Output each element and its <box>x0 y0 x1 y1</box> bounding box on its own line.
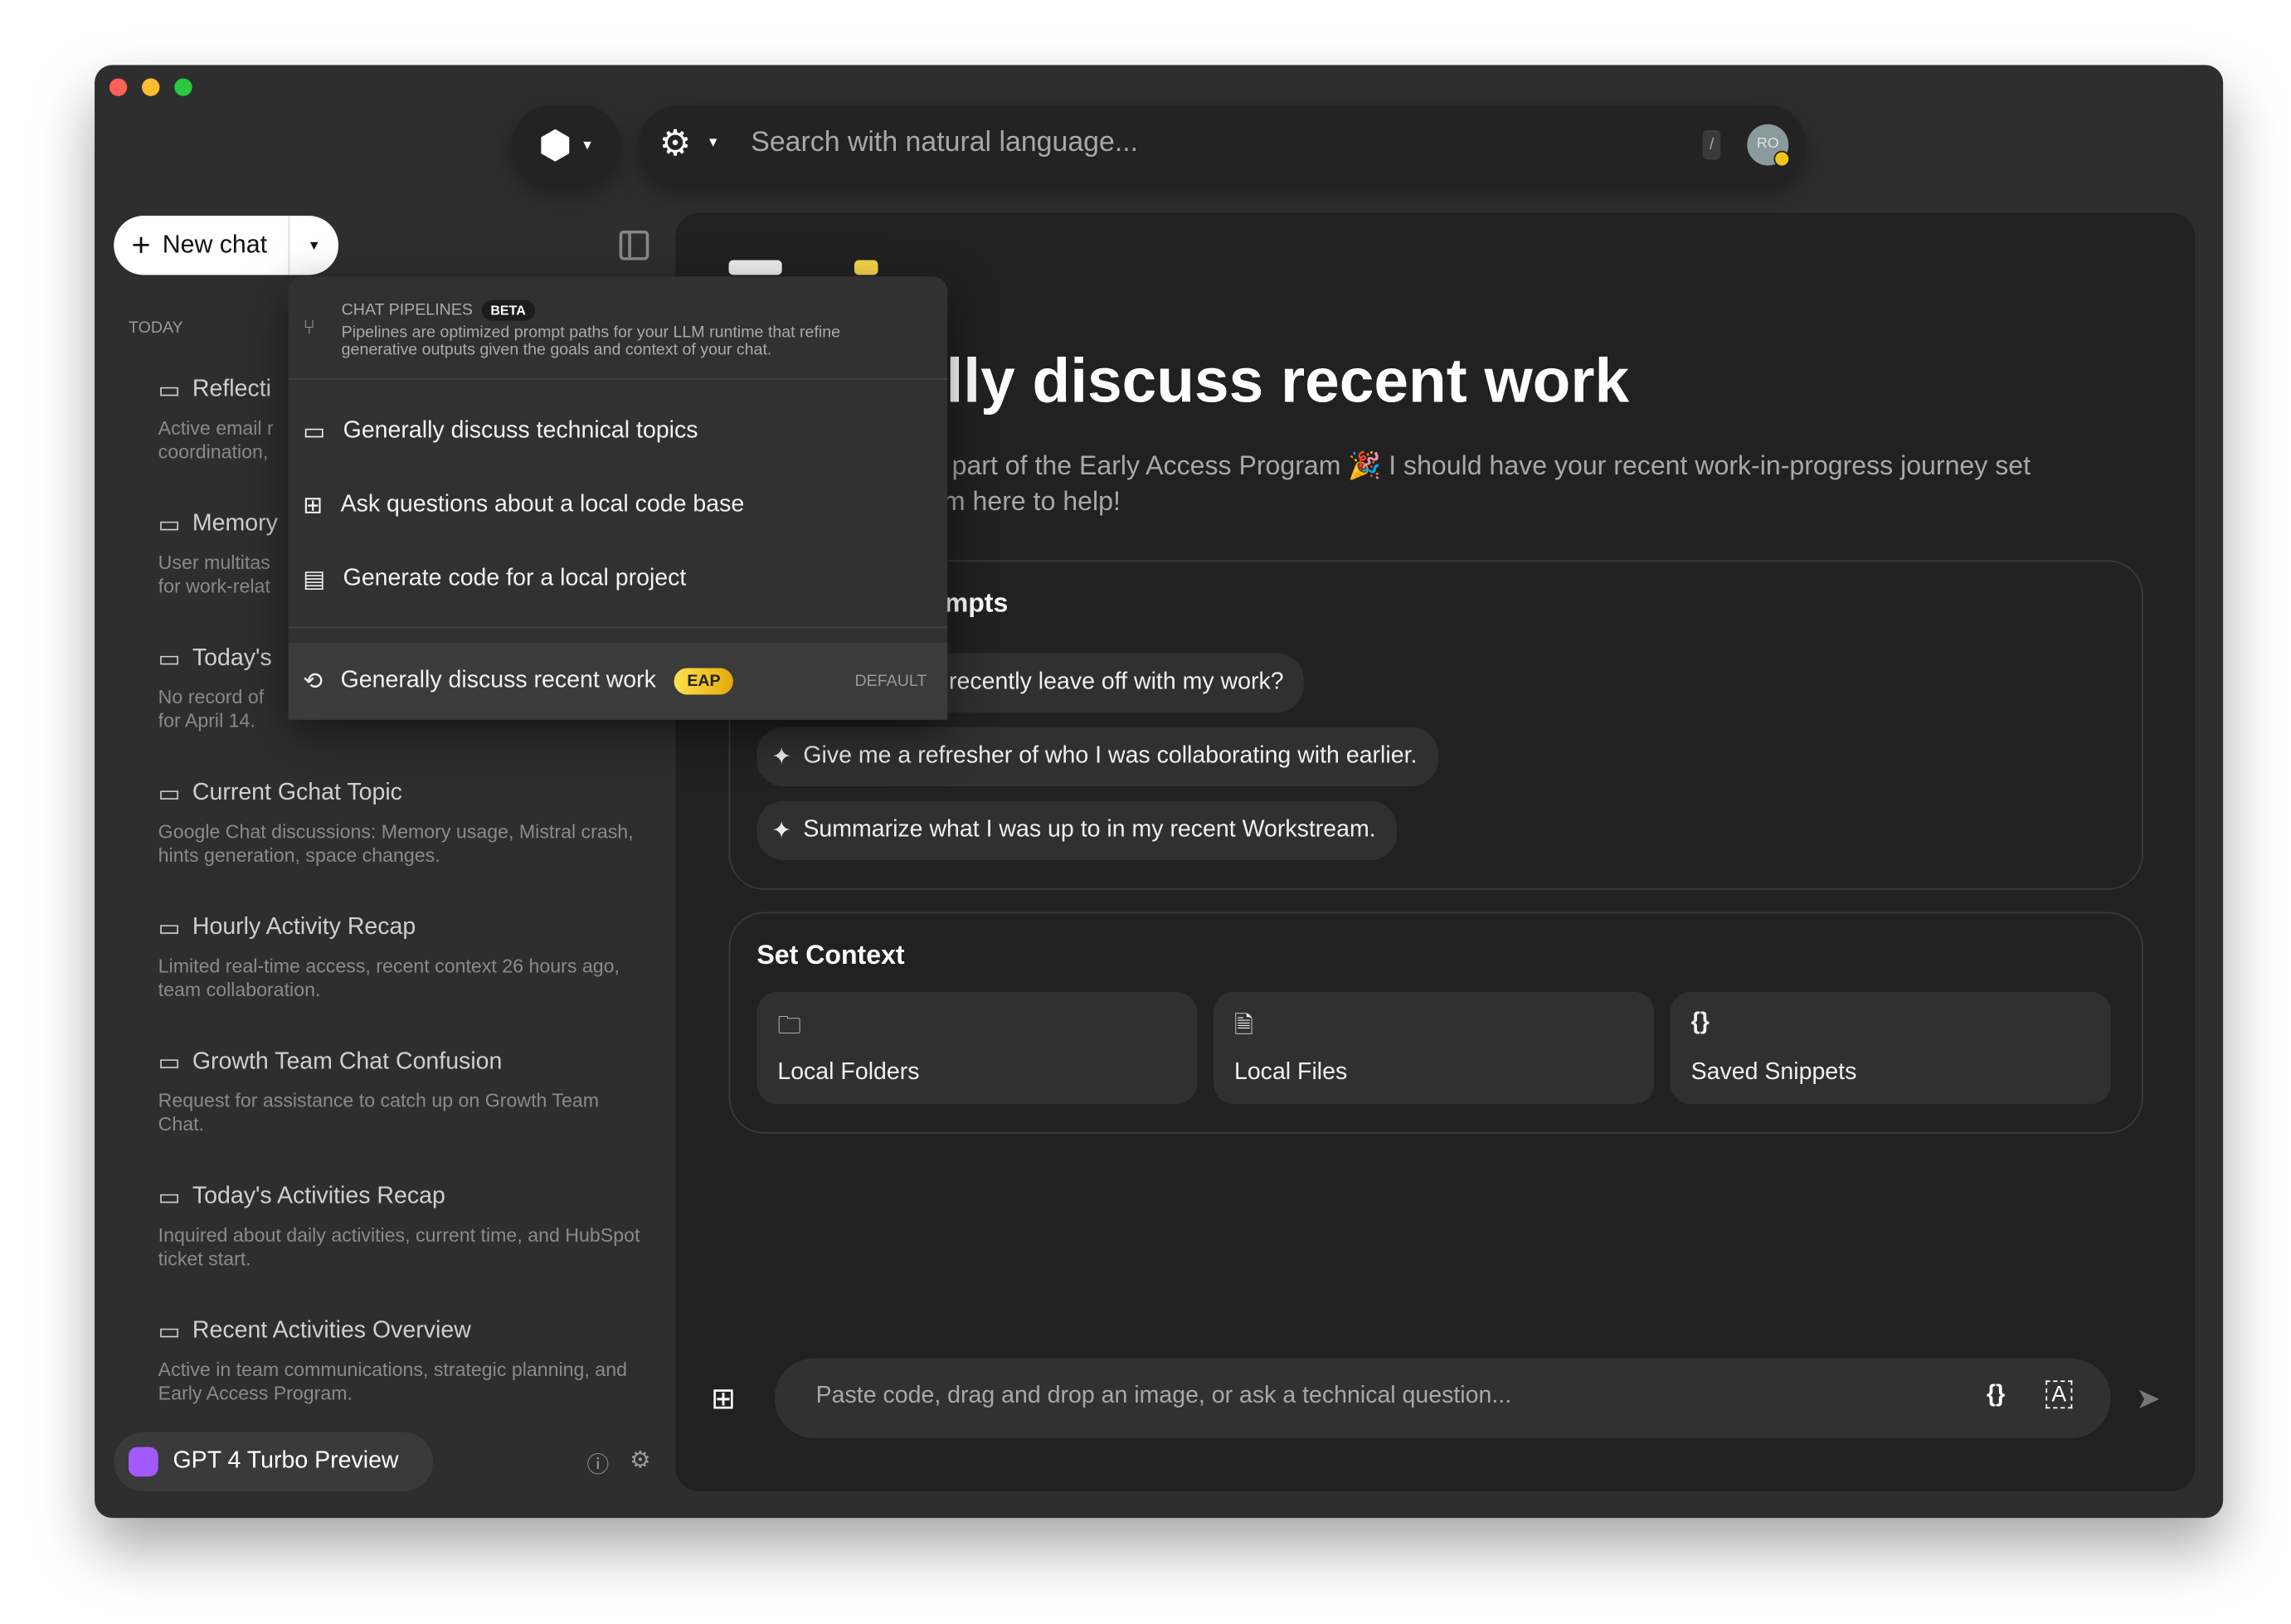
page-title: lly discuss recent work <box>946 345 1630 416</box>
app-window: ⬢ ▼ ⚙ ▼ Search with natural language... /… <box>95 65 2224 1519</box>
chat-bubble-icon: ▭ <box>158 378 181 404</box>
chat-title: Today's <box>192 645 272 672</box>
openai-icon <box>129 1447 158 1477</box>
context-title: Set Context <box>756 940 905 970</box>
local-folders-card[interactable]: 🗀 Local Folders <box>756 991 1198 1105</box>
file-icon: 🗎 <box>1233 1014 1253 1039</box>
prompts-title: mpts <box>944 588 1009 618</box>
history-icon: ⟲ <box>303 669 323 695</box>
help-icon[interactable]: ⓘ <box>586 1448 609 1479</box>
sparkles-icon: ✦ <box>771 819 792 844</box>
minimize-window-button[interactable] <box>142 78 160 96</box>
chat-history-item[interactable]: ▭ Growth Team Chat Confusion Request for a… <box>158 1048 646 1136</box>
chat-bubble-icon: ▭ <box>303 420 326 445</box>
shortcut-hint: / <box>1702 129 1721 160</box>
logo-icon <box>728 260 782 275</box>
search-input[interactable]: Search with natural language... <box>751 127 1138 159</box>
code-snippet-icon[interactable]: {} <box>1987 1382 2005 1408</box>
new-chat-button[interactable]: + New chat ▼ <box>114 216 339 275</box>
menu-description: Pipelines are optimized prompt paths for… <box>341 323 841 360</box>
menu-header: CHAT PIPELINES <box>341 301 473 319</box>
new-chat-dropdown-chevron-icon[interactable]: ▼ <box>288 216 338 275</box>
local-files-card[interactable]: 🗎 Local Files <box>1214 991 1655 1105</box>
pipeline-menu: ⑂ CHAT PIPELINES BETA Pipelines are opti… <box>288 276 948 720</box>
prompt-chip[interactable]: ✦ Give me a refresher of who I was collab… <box>756 727 1438 787</box>
chat-description: Limited real-time access, recent context… <box>158 955 620 1001</box>
chevron-down-icon: ▼ <box>581 137 595 153</box>
chat-title: Hourly Activity Recap <box>192 915 416 941</box>
menu-item-recent-work[interactable]: ⟲ Generally discuss recent work EAP DEFAU… <box>288 643 948 720</box>
chat-title: Current Gchat Topic <box>192 780 402 806</box>
beta-badge: BETA <box>481 299 535 321</box>
code-base-icon: ⊞ <box>303 494 323 519</box>
plus-icon: + <box>131 226 151 264</box>
toggle-sidebar-icon[interactable] <box>619 230 649 260</box>
menu-item-generate-code[interactable]: ▤ Generate code for a local project <box>288 542 947 616</box>
chat-description: Inquired about daily activities, current… <box>158 1223 640 1270</box>
pipeline-fork-icon: ⑂ <box>303 314 316 339</box>
chat-history-item[interactable]: ▭ Today's Activities Recap Inquired about … <box>158 1183 646 1271</box>
chat-bubble-icon: ▭ <box>158 1320 181 1345</box>
settings-gear-icon[interactable]: ⚙ <box>630 1446 651 1476</box>
chat-history-item[interactable]: ▭ Recent Activities Overview Active in tea… <box>158 1317 646 1406</box>
prompt-chip[interactable]: ✦ Summarize what I was up to in my recent… <box>756 800 1397 861</box>
chat-history-item[interactable]: ▭ Current Gchat Topic Google Chat discussi… <box>158 779 646 868</box>
close-window-button[interactable] <box>109 78 128 96</box>
eap-badge: EAP <box>674 668 734 695</box>
chat-title: Today's Activities Recap <box>192 1184 445 1209</box>
chat-bubble-icon: ▭ <box>158 781 181 807</box>
subtitle-line-2: m here to help! <box>942 486 1121 516</box>
saved-snippets-card[interactable]: {} Saved Snippets <box>1670 991 2111 1105</box>
set-context-section: Set Context 🗀 Local Folders 🗎 Local Files … <box>728 912 2143 1134</box>
chat-bubble-icon: ▭ <box>158 513 181 538</box>
chevron-down-icon: ▼ <box>706 134 720 149</box>
verified-badge-icon <box>1773 150 1791 168</box>
subtitle-line-1: part of the Early Access Program 🎉 I sho… <box>951 450 2031 481</box>
zoom-window-button[interactable] <box>174 78 192 96</box>
chat-title: Recent Activities Overview <box>192 1318 471 1344</box>
chat-bubble-icon: ▭ <box>158 916 181 942</box>
chat-description: Active in team communications, strategic… <box>158 1358 627 1404</box>
app-menu-button[interactable]: ⬢ ▼ <box>511 105 621 185</box>
chat-bubble-icon: ▭ <box>158 1185 181 1211</box>
default-tag: DEFAULT <box>854 672 927 691</box>
new-chat-label: New chat <box>162 230 268 259</box>
braces-icon: {} <box>1690 1009 1710 1035</box>
menu-item-local-code-base[interactable]: ⊞ Ask questions about a local code base <box>288 469 947 542</box>
chat-title: Memory <box>192 511 278 537</box>
chat-description: Request for assistance to catch up on Gr… <box>158 1089 600 1135</box>
sparkles-icon: ✦ <box>771 745 792 771</box>
folder-icon: 🗀 <box>777 1014 801 1039</box>
chat-description: Google Chat discussions: Memory usage, M… <box>158 820 634 867</box>
search-bar[interactable]: ⚙ ▼ Search with natural language... / RO <box>638 105 1807 185</box>
section-label: TODAY <box>129 318 183 338</box>
brain-icon[interactable]: ⚙ <box>659 123 691 166</box>
code-project-icon: ▤ <box>303 567 326 593</box>
chat-history-item[interactable]: ▭ Hourly Activity Recap Limited real-time … <box>158 913 646 1002</box>
sparkle-logo-icon <box>854 260 878 275</box>
chat-bubble-icon: ▭ <box>158 647 181 673</box>
chat-input-placeholder: Paste code, drag and drop an image, or a… <box>815 1383 1512 1409</box>
new-prompt-icon[interactable]: ⊞ <box>711 1380 736 1417</box>
chat-title: Growth Team Chat Confusion <box>192 1049 503 1075</box>
model-label: GPT 4 Turbo Preview <box>173 1448 399 1474</box>
chat-input[interactable]: Paste code, drag and drop an image, or a… <box>774 1358 2111 1438</box>
send-icon[interactable]: ➤ <box>2136 1380 2161 1417</box>
chat-bubble-icon: ▭ <box>158 1051 181 1077</box>
text-recognition-icon[interactable]: A <box>2045 1380 2073 1409</box>
chat-title: Reflecti <box>192 377 271 402</box>
model-selector-button[interactable]: GPT 4 Turbo Preview <box>114 1432 434 1492</box>
cube-logo-icon: ⬢ <box>537 122 572 167</box>
menu-item-technical-topics[interactable]: ▭ Generally discuss technical topics <box>288 395 947 469</box>
